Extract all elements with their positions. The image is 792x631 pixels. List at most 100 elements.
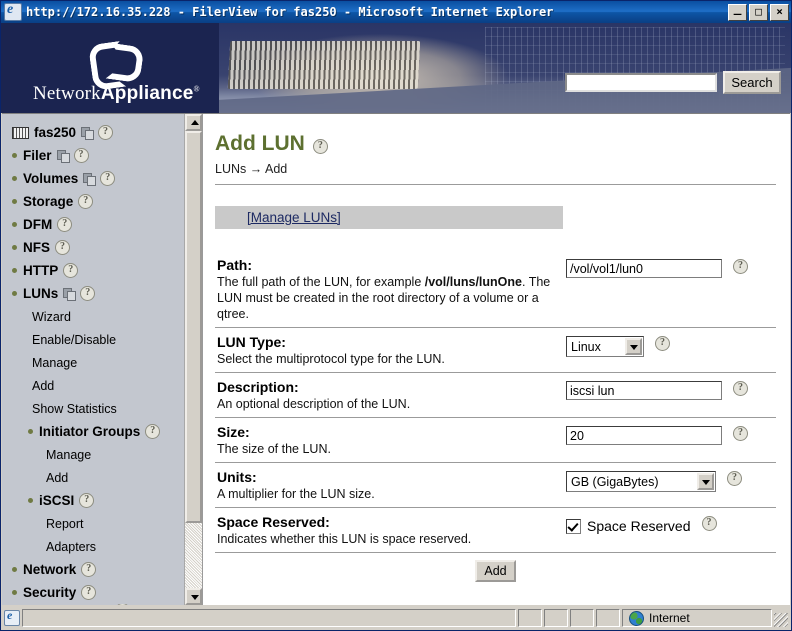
new-window-icon[interactable] [83,172,97,186]
help-icon[interactable]: ? [81,585,97,600]
lun-type-select[interactable]: Linux [566,336,644,357]
sidebar-item-storage[interactable]: Storage? [2,190,202,213]
help-icon[interactable]: ? [73,148,89,163]
field-label-lun-type: LUN Type: [217,334,286,350]
help-icon[interactable]: ? [733,381,748,396]
chevron-down-icon[interactable] [625,338,642,355]
sidebar-scrollbar[interactable] [184,114,202,605]
help-icon[interactable]: ? [78,194,94,209]
scrollbar-track[interactable] [185,131,202,588]
sidebar-item-network[interactable]: Network? [2,558,202,581]
field-description-text: The size of the LUN. [217,442,331,456]
help-icon[interactable]: ? [79,493,95,508]
sidebar-item-enable-disable[interactable]: Enable/Disable [2,328,202,351]
help-icon[interactable]: ? [727,471,742,486]
status-bar: Internet [2,607,790,629]
resize-grip[interactable] [774,613,788,627]
add-button[interactable]: Add [475,560,516,582]
new-window-icon[interactable] [63,287,77,301]
space-reserved-checkbox-label: Space Reserved [587,518,691,534]
bullet-icon [12,245,17,250]
maximize-button[interactable]: □ [749,3,768,21]
help-icon[interactable]: ? [733,259,748,274]
new-window-icon[interactable] [56,149,70,163]
help-icon[interactable]: ? [733,426,748,441]
help-icon[interactable]: ? [100,171,116,186]
field-description-text: A multiplier for the LUN size. [217,487,375,501]
help-icon[interactable]: ? [145,424,161,439]
globe-icon [629,610,644,626]
help-icon[interactable]: ? [98,125,114,140]
units-select[interactable]: GB (GigaBytes) [566,471,716,492]
path-input[interactable] [566,259,722,278]
help-icon[interactable]: ? [81,562,97,577]
minimize-button[interactable]: _ [728,0,747,21]
form-row-text: LUN Type: Select the multiprotocol type f… [215,334,566,367]
sidebar-item-label: Adapters [46,539,97,554]
sidebar-item-dfm[interactable]: DFM? [2,213,202,236]
sidebar-item-initiator-groups[interactable]: Initiator Groups? [2,420,202,443]
sidebar-item-secureadmin[interactable]: SecureAdmin? [2,604,202,605]
search-input[interactable] [565,73,717,92]
field-description-path: The full path of the LUN, for example /v… [217,274,566,322]
sidebar-item-luns[interactable]: LUNs? [2,282,202,305]
bullet-icon [12,590,17,595]
scroll-down-button[interactable] [185,588,202,605]
space-reserved-checkbox[interactable] [566,518,581,534]
field-label-units: Units: [217,469,257,485]
space-reserved-checkbox-row[interactable]: Space Reserved [566,516,691,534]
sidebar-item-nfs[interactable]: NFS? [2,236,202,259]
form-row-control: ? [566,424,776,445]
sidebar-item-add[interactable]: Add [2,374,202,397]
help-icon[interactable]: ? [655,336,670,351]
search-button[interactable]: Search [723,71,781,94]
close-icon: × [776,4,783,18]
sidebar-item-wizard[interactable]: Wizard [2,305,202,328]
sidebar-item-label: Wizard [32,309,71,324]
sidebar-item-show-statistics[interactable]: Show Statistics [2,397,202,420]
sidebar-item-security[interactable]: Security? [2,581,202,604]
help-icon[interactable]: ? [701,516,717,531]
form-row-text: Space Reserved: Indicates whether this LU… [215,514,566,547]
sidebar-item-manage[interactable]: Manage [2,351,202,374]
field-description-size: The size of the LUN. [217,441,566,457]
manage-luns-link[interactable]: [Manage LUNs] [247,210,341,225]
sidebar-item-add[interactable]: Add [2,466,202,489]
help-icon[interactable]: ? [312,138,328,154]
lun-type-selected-value: Linux [571,339,601,354]
scroll-up-button[interactable] [185,114,202,131]
new-window-icon[interactable] [81,126,95,140]
security-zone-panel[interactable]: Internet [622,609,772,627]
sidebar-item-label: HTTP [23,263,59,278]
units-selected-value: GB (GigaBytes) [571,474,659,489]
description-input[interactable] [566,381,722,400]
sidebar-item-volumes[interactable]: Volumes? [2,167,202,190]
bullet-icon [12,153,17,158]
page-title: Add LUN ? [215,132,776,156]
logo-text-network: Network [33,83,101,104]
sidebar-item-filer[interactable]: Filer? [2,144,202,167]
status-panel-4 [596,609,620,627]
help-icon[interactable]: ? [63,263,79,278]
sidebar-item-label: Volumes [23,171,79,186]
help-icon[interactable]: ? [57,217,73,232]
help-icon[interactable]: ? [55,240,70,255]
sidebar-item-manage[interactable]: Manage [2,443,202,466]
help-icon[interactable]: ? [115,604,131,605]
bullet-icon [28,498,33,503]
chevron-down-icon[interactable] [697,473,714,490]
sidebar-item-http[interactable]: HTTP? [2,259,202,282]
scrollbar-thumb[interactable] [185,131,202,523]
size-input[interactable] [566,426,722,445]
close-button[interactable]: × [770,3,789,21]
sidebar-item-iscsi[interactable]: iSCSI? [2,489,202,512]
minimize-icon: _ [733,0,742,16]
field-label-path: Path: [217,257,252,273]
field-description-example: /vol/luns/lunOne [424,275,522,289]
sidebar-item-fas250[interactable]: fas250? [2,121,202,144]
sidebar-nav[interactable]: fas250? Filer? Volumes? Storage? DFM? NFS? HTT… [2,114,202,605]
help-icon[interactable]: ? [80,286,96,301]
sidebar-item-adapters[interactable]: Adapters [2,535,202,558]
bullet-icon [12,291,17,296]
sidebar-item-report[interactable]: Report [2,512,202,535]
